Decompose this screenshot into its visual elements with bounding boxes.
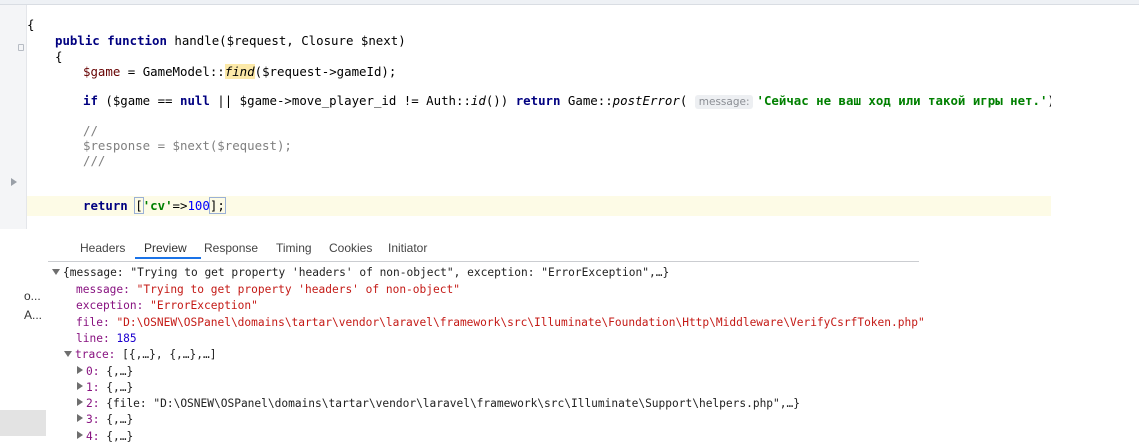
close-paren: ); bbox=[1047, 93, 1051, 108]
json-key: 3: bbox=[86, 413, 100, 426]
arrow-op: => bbox=[172, 198, 188, 213]
assign-op: = bbox=[120, 64, 143, 79]
game-variable: $game bbox=[83, 64, 121, 79]
error-message-string: 'Сейчас не ваш ход или такой игры нет.' bbox=[756, 93, 1048, 108]
json-row-exception[interactable]: exception: "ErrorException" bbox=[76, 298, 258, 314]
json-trace-item[interactable]: 1: {,…} bbox=[76, 380, 133, 396]
devtools-panel[interactable]: Headers Preview Response Timing Cookies … bbox=[0, 229, 1139, 443]
json-trace-item[interactable]: 2: {file: "D:\OSNEW\OSPanel\domains\tart… bbox=[76, 396, 800, 412]
code-line-if[interactable]: if ($game == null || $game->move_player_… bbox=[27, 91, 1051, 111]
id-method: id bbox=[470, 93, 486, 108]
json-object-preview: {,…} bbox=[106, 381, 134, 394]
json-trace-item[interactable]: 0: {,…} bbox=[76, 364, 133, 380]
active-tab-indicator bbox=[135, 257, 201, 259]
if-keyword: if bbox=[83, 93, 98, 108]
json-object-preview: {,…} bbox=[106, 430, 134, 443]
code-line-comment3[interactable]: /// bbox=[27, 151, 1051, 171]
number-literal: 100 bbox=[187, 198, 210, 213]
open-bracket: [ bbox=[134, 197, 144, 214]
find-method: find bbox=[224, 64, 255, 79]
json-string-value: "D:\OSNEW\OSPanel\domains\tartar\vendor\… bbox=[116, 316, 925, 329]
collapse-triangle-icon[interactable] bbox=[77, 431, 83, 439]
json-key: 2: bbox=[86, 397, 100, 410]
json-row-message[interactable]: message: "Trying to get property 'header… bbox=[76, 282, 460, 298]
json-trace-item[interactable]: 4: {,…} bbox=[76, 429, 133, 445]
json-object-preview: {file: "D:\OSNEW\OSPanel\domains\tartar\… bbox=[106, 397, 800, 410]
code-line-game-assign[interactable]: $game = GameModel::find($request->gameId… bbox=[27, 62, 1051, 82]
editor-gutter[interactable] bbox=[0, 0, 27, 229]
json-object-preview: {,…} bbox=[106, 365, 134, 378]
code-editor[interactable]: class UserAction { public function handl… bbox=[0, 0, 1051, 229]
json-key: message: bbox=[76, 283, 130, 296]
parameter-hint: message: bbox=[694, 95, 754, 109]
find-args: ($request->gameId); bbox=[254, 64, 397, 79]
collapse-triangle-icon[interactable] bbox=[77, 382, 83, 390]
function-keyword: function bbox=[107, 33, 167, 48]
fold-marker[interactable] bbox=[18, 44, 24, 51]
tab-headers[interactable]: Headers bbox=[80, 241, 125, 261]
request-list[interactable]: o... A... bbox=[0, 261, 46, 436]
post-error-method: postError bbox=[612, 93, 680, 108]
json-root-row[interactable]: {message: "Trying to get property 'heade… bbox=[52, 265, 669, 281]
collapse-triangle-icon[interactable] bbox=[77, 366, 83, 374]
if-condition-a: ($game == bbox=[97, 93, 180, 108]
tab-cookies[interactable]: Cookies bbox=[329, 241, 372, 261]
json-row-file[interactable]: file: "D:\OSNEW\OSPanel\domains\tartar\v… bbox=[76, 315, 925, 331]
request-list-item[interactable]: o... bbox=[0, 286, 46, 306]
json-row-line[interactable]: line: 185 bbox=[76, 331, 137, 347]
request-list-item[interactable]: A... bbox=[0, 305, 46, 325]
game-class: Game:: bbox=[560, 93, 613, 108]
array-key-string: 'cv' bbox=[142, 198, 173, 213]
tab-response[interactable]: Response bbox=[204, 241, 258, 261]
method-name: handle bbox=[174, 33, 220, 48]
comment: /// bbox=[83, 153, 106, 168]
json-key: exception: bbox=[76, 299, 144, 312]
json-string-value: "Trying to get property 'headers' of non… bbox=[136, 283, 460, 296]
json-number-value: 185 bbox=[116, 332, 137, 345]
null-keyword: null bbox=[179, 93, 210, 108]
collapse-triangle-icon[interactable] bbox=[77, 398, 83, 406]
open-paren: ( bbox=[679, 93, 688, 108]
code-area[interactable]: class UserAction { public function handl… bbox=[27, 0, 1051, 229]
return-keyword: return bbox=[515, 93, 561, 108]
json-key: 0: bbox=[86, 365, 100, 378]
tab-initiator[interactable]: Initiator bbox=[388, 241, 427, 261]
json-key: 4: bbox=[86, 430, 100, 443]
close-bracket: ]; bbox=[208, 197, 226, 214]
return-keyword: return bbox=[83, 198, 128, 213]
json-key: line: bbox=[76, 332, 110, 345]
devtools-tab-bar: Headers Preview Response Timing Cookies … bbox=[48, 229, 919, 262]
code-line-return[interactable]: return ['cv'=>100]; bbox=[27, 196, 1051, 216]
request-list-item-selected[interactable] bbox=[0, 410, 46, 436]
json-key: file: bbox=[76, 316, 110, 329]
json-string-value: "ErrorException" bbox=[150, 299, 258, 312]
json-root-summary: {message: "Trying to get property 'heade… bbox=[63, 266, 670, 279]
json-key: 1: bbox=[86, 381, 100, 394]
json-key: trace: bbox=[75, 348, 116, 361]
expand-triangle-icon[interactable] bbox=[64, 351, 72, 357]
collapse-triangle-icon[interactable] bbox=[77, 414, 83, 422]
open-brace: { bbox=[27, 17, 35, 32]
json-array-preview: [{,…}, {,…},…] bbox=[122, 348, 217, 361]
expand-triangle-icon[interactable] bbox=[52, 269, 60, 275]
tab-timing[interactable]: Timing bbox=[276, 241, 312, 261]
fold-arrow-icon[interactable] bbox=[11, 178, 17, 186]
json-object-preview: {,…} bbox=[106, 413, 134, 426]
editor-top-bar bbox=[0, 0, 1139, 5]
json-trace-item[interactable]: 3: {,…} bbox=[76, 412, 133, 428]
json-row-trace[interactable]: trace: [{,…}, {,…},…] bbox=[64, 347, 216, 363]
public-keyword: public bbox=[55, 33, 100, 48]
gamemodel-class: GameModel:: bbox=[142, 64, 225, 79]
if-condition-b: || $game->move_player_id != Auth:: bbox=[209, 93, 471, 108]
if-condition-c: ()) bbox=[485, 93, 516, 108]
method-params: ($request, Closure $next) bbox=[219, 33, 406, 48]
